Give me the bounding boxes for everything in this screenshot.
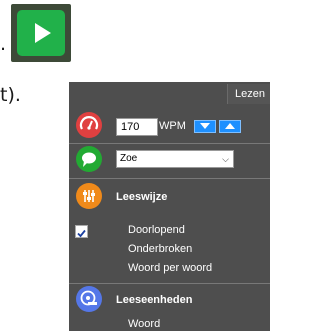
play-button[interactable]	[11, 4, 71, 62]
reading-mode-heading: Leeswijze	[116, 191, 168, 203]
voice-select[interactable]: Zoe ⌵	[116, 150, 234, 168]
chevron-down-icon: ⌵	[222, 154, 229, 164]
background-text-line2: t).	[0, 84, 21, 106]
reading-mode-option[interactable]: Doorlopend	[128, 224, 185, 236]
measuring-tape-icon	[76, 286, 102, 312]
speed-increase-button[interactable]	[219, 120, 241, 133]
check-icon	[77, 229, 86, 238]
reading-mode-option[interactable]: Woord per woord	[128, 262, 212, 274]
reading-units-option[interactable]: Woord	[128, 318, 160, 330]
speedometer-icon	[76, 112, 102, 138]
arrow-up-icon	[225, 123, 235, 129]
speed-unit-label: WPM	[159, 120, 186, 132]
separator	[69, 283, 270, 284]
speed-input[interactable]: 170	[116, 118, 158, 136]
equalizer-icon	[76, 183, 102, 209]
reading-mode-checkbox[interactable]	[75, 225, 88, 238]
speed-decrease-button[interactable]	[194, 120, 216, 133]
speech-bubble-icon	[76, 146, 102, 172]
background-text-line1: .	[0, 33, 7, 55]
reading-panel: Lezen 170 WPM Zoe ⌵ Leeswijze Doorlopend…	[69, 82, 270, 331]
play-icon	[17, 10, 65, 56]
separator	[69, 178, 270, 179]
tab-lezen[interactable]: Lezen	[227, 84, 270, 104]
voice-select-value: Zoe	[120, 153, 138, 164]
arrow-down-icon	[200, 123, 210, 129]
separator	[69, 143, 270, 144]
reading-mode-option[interactable]: Onderbroken	[128, 243, 192, 255]
reading-units-heading: Leeseenheden	[116, 294, 193, 306]
